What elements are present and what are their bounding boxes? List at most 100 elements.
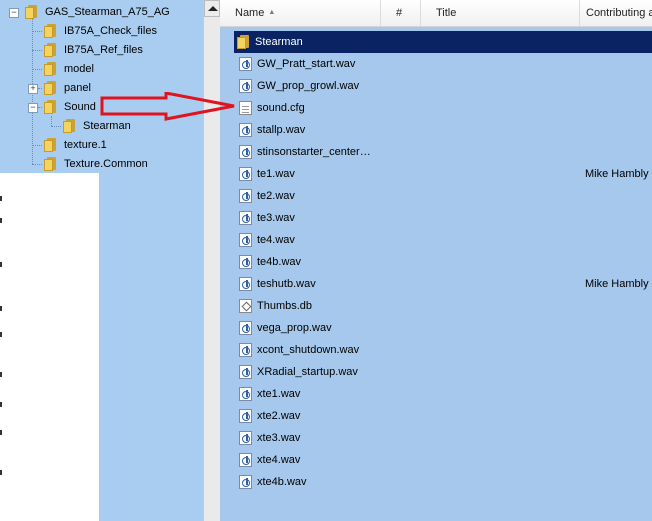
file-name: xte1.wav: [257, 388, 301, 400]
text-file-icon: [239, 101, 252, 115]
file-name: te1.wav: [257, 168, 295, 180]
list-item[interactable]: te3.wav: [236, 207, 652, 229]
list-item[interactable]: te2.wav: [236, 185, 652, 207]
list-item[interactable]: Thumbs.db: [236, 295, 652, 317]
column-name[interactable]: Name ▲: [220, 0, 381, 26]
tree-item-label: GAS_Stearman_A75_AG: [45, 6, 170, 18]
list-item[interactable]: te1.wav Mike Hambly: [236, 163, 652, 185]
list-item[interactable]: teshutb.wav Mike Hambly: [236, 273, 652, 295]
tree-item-label: Sound: [64, 101, 96, 113]
column-header: Name ▲ # Title Contributing a: [220, 0, 652, 27]
file-name: te4.wav: [257, 234, 295, 246]
tree-item-label: Texture.Common: [64, 158, 148, 170]
audio-file-icon: [239, 123, 252, 137]
list-item[interactable]: te4.wav: [236, 229, 652, 251]
audio-file-icon: [239, 79, 252, 93]
list-item[interactable]: Stearman: [234, 31, 652, 53]
tree-item-texture-common[interactable]: Texture.Common: [0, 155, 200, 173]
tree-item-model[interactable]: model: [0, 60, 200, 78]
folder-tree[interactable]: − GAS_Stearman_A75_AG IB75A_Check_files …: [0, 0, 203, 521]
tree-item-label: texture.1: [64, 139, 107, 151]
list-item[interactable]: sound.cfg: [236, 97, 652, 119]
list-item[interactable]: xte3.wav: [236, 427, 652, 449]
folder-icon: [44, 62, 58, 76]
column-number[interactable]: #: [381, 0, 421, 26]
scroll-up-button[interactable]: [204, 0, 220, 17]
tree-item-label: IB75A_Ref_files: [64, 44, 143, 56]
column-title[interactable]: Title: [421, 0, 580, 26]
expand-icon[interactable]: +: [28, 84, 38, 94]
tree-item-label: model: [64, 63, 94, 75]
list-item[interactable]: XRadial_startup.wav: [236, 361, 652, 383]
audio-file-icon: [239, 321, 252, 335]
folder-icon: [63, 119, 77, 133]
column-number-label: #: [396, 7, 403, 19]
list-item[interactable]: xcont_shutdown.wav: [236, 339, 652, 361]
folder-icon: [44, 43, 58, 57]
tree-item-ib75a-check-files[interactable]: IB75A_Check_files: [0, 22, 200, 40]
list-item[interactable]: stinsonstarter_center…: [236, 141, 652, 163]
file-name: te2.wav: [257, 190, 295, 202]
file-name: te4b.wav: [257, 256, 302, 268]
list-item[interactable]: xte4b.wav: [236, 471, 652, 493]
file-name: xte4.wav: [257, 454, 301, 466]
list-item[interactable]: GW_Pratt_start.wav: [236, 53, 652, 75]
file-name: sound.cfg: [257, 102, 305, 114]
file-name: xte4b.wav: [257, 476, 307, 488]
database-file-icon: [239, 299, 252, 313]
file-name: stallp.wav: [257, 124, 306, 136]
folder-icon: [25, 5, 39, 19]
folder-icon: [44, 24, 58, 38]
audio-file-icon: [239, 343, 252, 357]
audio-file-icon: [239, 409, 252, 423]
audio-file-icon: [239, 387, 252, 401]
list-item[interactable]: vega_prop.wav: [236, 317, 652, 339]
audio-file-icon: [239, 453, 252, 467]
folder-icon: [44, 138, 58, 152]
red-arrow-annotation: [100, 92, 235, 121]
contributing-artist: Mike Hambly: [585, 168, 649, 180]
audio-file-icon: [239, 475, 252, 489]
collapse-icon[interactable]: −: [9, 8, 19, 18]
file-name: GW_Pratt_start.wav: [257, 58, 356, 70]
audio-file-icon: [239, 255, 252, 269]
list-item[interactable]: xte1.wav: [236, 383, 652, 405]
list-item[interactable]: GW_prop_growl.wav: [236, 75, 652, 97]
tree-item-root[interactable]: − GAS_Stearman_A75_AG: [0, 3, 200, 21]
audio-file-icon: [239, 365, 252, 379]
file-name: xte3.wav: [257, 432, 301, 444]
file-name: xte2.wav: [257, 410, 301, 422]
file-name: Thumbs.db: [257, 300, 313, 312]
column-name-label: Name: [235, 7, 265, 19]
file-list[interactable]: Name ▲ # Title Contributing a Stearman GW_…: [220, 0, 652, 521]
file-name: stinsonstarter_center…: [257, 146, 371, 158]
sort-ascending-icon: ▲: [268, 9, 276, 16]
collapse-icon[interactable]: −: [28, 103, 38, 113]
tree-item-texture-1[interactable]: texture.1: [0, 136, 200, 154]
tree-item-label: panel: [64, 82, 91, 94]
folder-open-icon: [44, 100, 58, 114]
list-item[interactable]: te4b.wav: [236, 251, 652, 273]
file-name: vega_prop.wav: [257, 322, 332, 334]
column-title-label: Title: [436, 7, 457, 19]
column-contributing-artists[interactable]: Contributing a: [580, 0, 652, 26]
tree-item-label: IB75A_Check_files: [64, 25, 157, 37]
audio-file-icon: [239, 233, 252, 247]
tree-scrollbar[interactable]: [203, 0, 221, 521]
tree-item-ib75a-ref-files[interactable]: IB75A_Ref_files: [0, 41, 200, 59]
audio-file-icon: [239, 431, 252, 445]
audio-file-icon: [239, 211, 252, 225]
audio-file-icon: [239, 57, 252, 71]
folder-icon: [44, 157, 58, 171]
list-item[interactable]: xte4.wav: [236, 449, 652, 471]
audio-file-icon: [239, 145, 252, 159]
folder-icon: [44, 81, 58, 95]
audio-file-icon: [239, 167, 252, 181]
blank-panel: [0, 173, 99, 521]
file-name: GW_prop_growl.wav: [257, 80, 360, 92]
file-name: Stearman: [255, 36, 303, 48]
list-item[interactable]: xte2.wav: [236, 405, 652, 427]
list-item[interactable]: stallp.wav: [236, 119, 652, 141]
contributing-artist: Mike Hambly: [585, 278, 649, 290]
audio-file-icon: [239, 189, 252, 203]
